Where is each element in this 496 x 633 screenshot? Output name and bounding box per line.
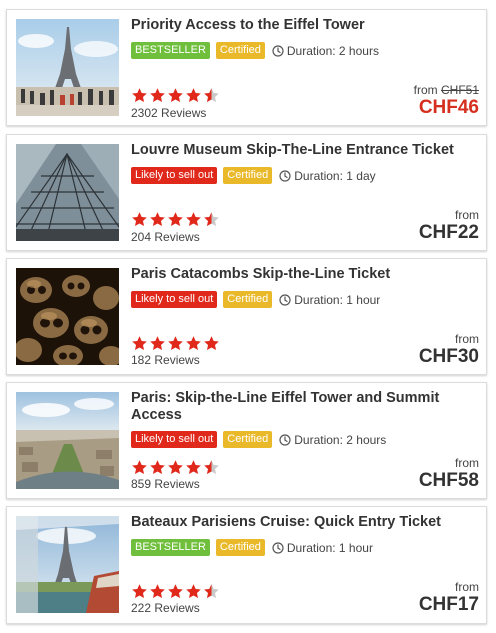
price-block: from CHF22 — [419, 208, 479, 244]
clock-icon — [279, 294, 291, 306]
from-label: from — [455, 208, 479, 222]
half-star-icon — [203, 211, 220, 228]
activity-card[interactable]: Bateaux Parisiens Cruise: Quick Entry Ti… — [6, 506, 487, 624]
activity-card[interactable]: Priority Access to the Eiffel Tower BEST… — [6, 9, 487, 126]
rating-stars — [131, 459, 220, 476]
activity-card[interactable]: Louvre Museum Skip-The-Line Entrance Tic… — [6, 134, 487, 251]
review-count[interactable]: 859 Reviews — [131, 477, 200, 491]
from-label: from — [455, 456, 479, 470]
price: CHF58 — [418, 470, 479, 491]
from-label: from — [455, 332, 479, 346]
star-icon — [167, 459, 184, 476]
star-icon — [167, 335, 184, 352]
star-icon — [149, 583, 166, 600]
certified-badge: Certified — [215, 539, 265, 556]
duration-text: Duration: 1 hour — [294, 292, 381, 307]
duration: Duration: 1 hour — [279, 293, 380, 307]
star-icon — [149, 335, 166, 352]
eiffel-tower-photo[interactable] — [16, 19, 119, 116]
clock-icon — [279, 434, 291, 446]
star-icon — [167, 87, 184, 104]
star-icon — [185, 583, 202, 600]
duration-text: Duration: 2 hours — [286, 43, 379, 58]
star-icon — [185, 459, 202, 476]
review-count[interactable]: 2302 Reviews — [131, 106, 206, 120]
price-block: from CHF17 — [419, 580, 479, 616]
price: CHF30 — [418, 346, 479, 367]
star-icon — [167, 211, 184, 228]
star-icon — [167, 583, 184, 600]
duration-text: Duration: 1 day — [294, 168, 376, 183]
seine-cruise-photo[interactable] — [16, 516, 119, 613]
clock-icon — [279, 170, 291, 182]
duration-text: Duration: 2 hours — [294, 432, 387, 447]
price: CHF17 — [418, 594, 479, 615]
review-count[interactable]: 222 Reviews — [131, 601, 200, 615]
duration: Duration: 1 day — [279, 168, 376, 183]
star-icon — [185, 335, 202, 352]
paris-aerial-photo[interactable] — [16, 392, 119, 489]
clock-icon — [272, 45, 284, 57]
activity-title[interactable]: Paris: Skip-the-Line Eiffel Tower and Su… — [131, 390, 471, 424]
certified-badge: Certified — [223, 167, 273, 184]
original-price: CHF51 — [440, 83, 479, 97]
star-icon — [185, 87, 202, 104]
star-icon — [131, 583, 148, 600]
duration: Duration: 1 hour — [272, 541, 373, 555]
half-star-icon — [203, 459, 220, 476]
rating-stars — [131, 583, 220, 600]
activity-title[interactable]: Bateaux Parisiens Cruise: Quick Entry Ti… — [131, 514, 471, 531]
star-icon — [185, 211, 202, 228]
star-icon — [131, 87, 148, 104]
likely-to-sell-out-badge: Likely to sell out — [131, 167, 218, 184]
certified-badge: Certified — [223, 291, 273, 308]
badge-row: BESTSELLER Certified Duration: 1 hour — [131, 539, 373, 556]
duration: Duration: 2 hours — [279, 433, 386, 447]
half-star-icon — [203, 583, 220, 600]
likely-to-sell-out-badge: Likely to sell out — [131, 431, 218, 448]
star-icon — [149, 87, 166, 104]
star-icon — [149, 211, 166, 228]
star-icon — [131, 459, 148, 476]
badge-row: BESTSELLER Certified Duration: 2 hours — [131, 42, 379, 59]
price: CHF22 — [418, 222, 479, 243]
badge-row: Likely to sell out Certified Duration: 1… — [131, 167, 376, 184]
activity-card[interactable]: Paris Catacombs Skip-the-Line Ticket Lik… — [6, 258, 487, 375]
louvre-photo[interactable] — [16, 144, 119, 241]
badge-row: Likely to sell out Certified Duration: 2… — [131, 431, 386, 448]
sale-price: CHF46 — [418, 97, 479, 118]
certified-badge: Certified — [215, 42, 265, 59]
likely-to-sell-out-badge: Likely to sell out — [131, 291, 218, 308]
bestseller-badge: BESTSELLER — [131, 42, 210, 59]
activity-title[interactable]: Priority Access to the Eiffel Tower — [131, 17, 471, 34]
price-block: from CHF30 — [419, 332, 479, 368]
rating-stars — [131, 335, 220, 352]
bestseller-badge: BESTSELLER — [131, 539, 210, 556]
rating-stars — [131, 87, 220, 104]
star-icon — [149, 459, 166, 476]
review-count[interactable]: 204 Reviews — [131, 230, 200, 244]
catacombs-photo[interactable] — [16, 268, 119, 365]
certified-badge: Certified — [223, 431, 273, 448]
clock-icon — [272, 542, 284, 554]
activity-title[interactable]: Paris Catacombs Skip-the-Line Ticket — [131, 266, 471, 283]
half-star-icon — [203, 87, 220, 104]
from-label: from CHF51 — [414, 83, 479, 97]
star-icon — [131, 211, 148, 228]
activity-card[interactable]: Paris: Skip-the-Line Eiffel Tower and Su… — [6, 382, 487, 499]
from-text: from — [413, 83, 438, 97]
rating-stars — [131, 211, 220, 228]
activity-title[interactable]: Louvre Museum Skip-The-Line Entrance Tic… — [131, 142, 471, 159]
review-count[interactable]: 182 Reviews — [131, 353, 200, 367]
badge-row: Likely to sell out Certified Duration: 1… — [131, 291, 380, 308]
activity-list: Priority Access to the Eiffel Tower BEST… — [0, 0, 496, 633]
price-block: from CHF51 CHF46 — [414, 83, 479, 119]
price-block: from CHF58 — [419, 456, 479, 492]
duration-text: Duration: 1 hour — [286, 540, 373, 555]
from-label: from — [455, 580, 479, 594]
star-icon — [203, 335, 220, 352]
duration: Duration: 2 hours — [272, 44, 379, 58]
star-icon — [131, 335, 148, 352]
